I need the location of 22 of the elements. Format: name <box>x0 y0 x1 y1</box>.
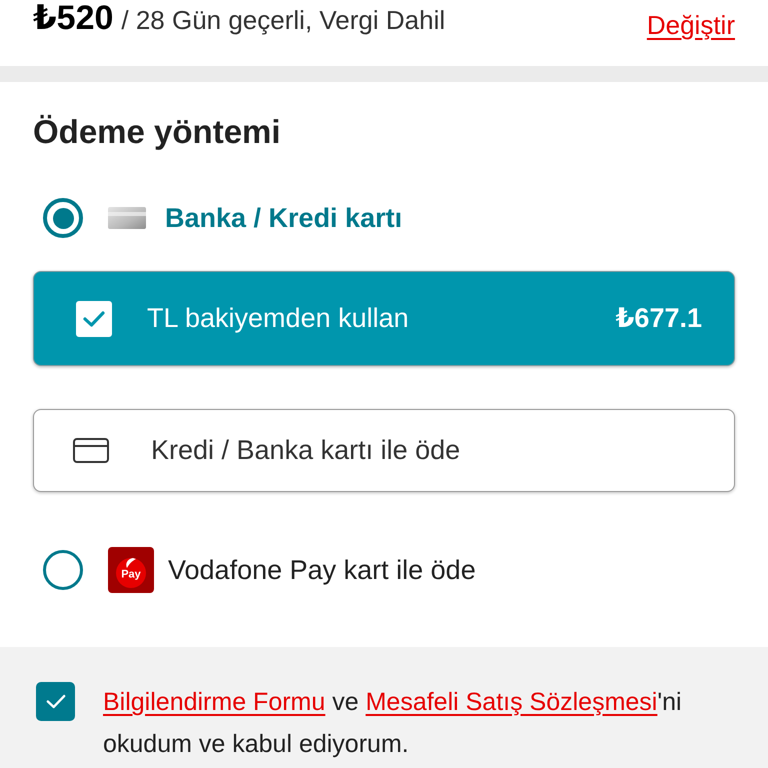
agreement-text: Bilgilendirme Formu ve Mesafeli Satış Sözleşmesi'ni okudum ve kabul ediyorum. <box>103 687 683 760</box>
radio-button[interactable] <box>43 198 83 238</box>
radio-button[interactable] <box>43 550 83 590</box>
checkmark-icon <box>46 694 66 709</box>
section-title: Ödeme yöntemi <box>33 112 281 152</box>
document-link[interactable]: Mesafeli Satış Sözleşmesi <box>366 688 658 716</box>
plan-validity: / 28 Gün geçerli, Vergi Dahil <box>121 4 446 37</box>
agreement-checkbox[interactable] <box>36 682 75 721</box>
balance-amount: ₺677.1 <box>616 303 702 334</box>
change-link[interactable]: Değiştir <box>646 8 735 42</box>
card-icon <box>73 438 109 463</box>
balance-checkbox[interactable] <box>76 300 112 336</box>
payment-option-label: Vodafone Pay kart ile öde <box>168 554 476 586</box>
wallet-logo-icon: Pay <box>108 547 154 593</box>
balance-label: TL bakiyemden kullan <box>147 303 409 334</box>
plan-price: ₺520 <box>33 0 114 36</box>
checkmark-icon <box>83 310 105 326</box>
document-link[interactable]: Bilgilendirme Formu <box>103 688 326 716</box>
card-pay-button[interactable]: Kredi / Banka kartı ile öde <box>33 409 735 492</box>
card-icon <box>108 207 146 229</box>
balance-option[interactable]: TL bakiyemden kullan ₺677.1 <box>33 271 735 366</box>
payment-option-label: Banka / Kredi kartı <box>165 202 402 234</box>
